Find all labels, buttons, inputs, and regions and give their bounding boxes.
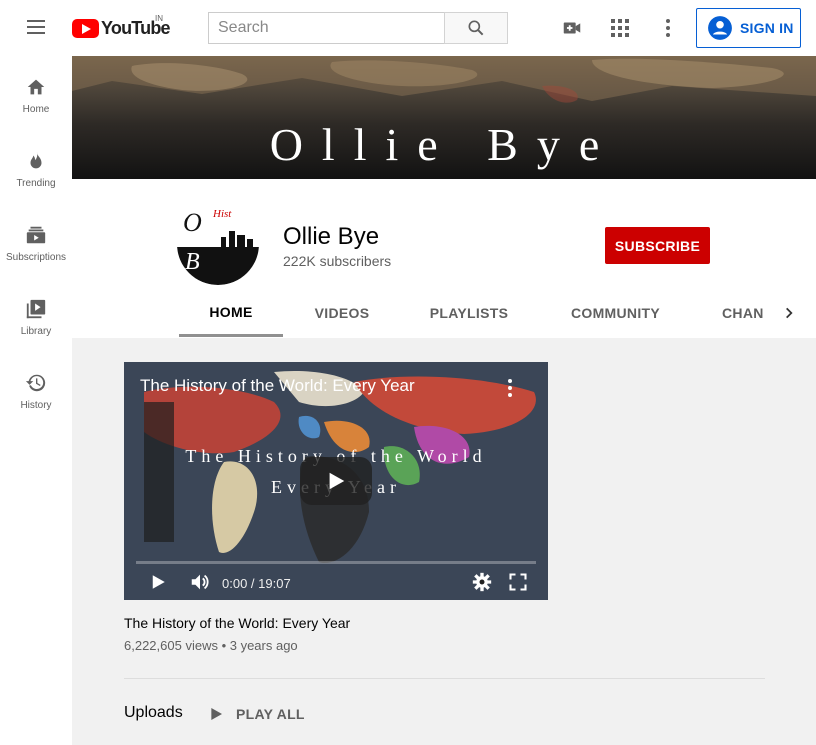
channel-banner: Ollie Bye [72, 56, 816, 179]
volume-button[interactable] [188, 570, 212, 594]
sidebar-item-label: History [20, 400, 52, 411]
library-icon [26, 299, 46, 319]
sidebar-item-library[interactable]: Library [0, 278, 72, 352]
guide-menu-icon[interactable] [24, 16, 48, 40]
sidebar-item-label: Home [22, 104, 50, 115]
history-icon [25, 374, 46, 392]
create-video-icon[interactable] [560, 16, 584, 40]
svg-text:B: B [185, 249, 200, 275]
play-icon [211, 708, 222, 720]
play-icon [152, 575, 165, 589]
channel-avatar[interactable]: O B Hist [177, 203, 259, 285]
search-icon [468, 20, 484, 36]
play-all-label: PLAY ALL [236, 706, 305, 722]
time-display: 0:00 / 19:07 [222, 576, 291, 591]
apps-grid-icon[interactable] [608, 16, 632, 40]
sidebar-item-trending[interactable]: Trending [0, 130, 72, 204]
tab-playlists[interactable]: PLAYLISTS [419, 289, 519, 337]
gear-icon [472, 572, 492, 592]
featured-video-title[interactable]: The History of the World: Every Year [124, 615, 350, 631]
featured-video-meta: 6,222,605 views • 3 years ago [124, 638, 298, 653]
svg-text:O: O [183, 208, 202, 237]
subscribe-button[interactable]: SUBSCRIBE [605, 227, 710, 264]
uploads-heading[interactable]: Uploads [124, 704, 183, 722]
banner-title: Ollie Bye [269, 119, 619, 170]
tab-community[interactable]: COMMUNITY [558, 289, 673, 337]
subscriber-count: 222K subscribers [283, 253, 392, 269]
channel-name: Ollie Bye [283, 223, 380, 250]
player-video-title[interactable]: The History of the World: Every Year [140, 376, 415, 396]
channel-tabs: HOME VIDEOS PLAYLISTS COMMUNITY CHAN [179, 289, 816, 337]
sidebar-item-label: Subscriptions [5, 252, 67, 263]
top-bar: YouTube IN SIGN IN [0, 0, 816, 56]
sign-in-label: SIGN IN [740, 20, 794, 36]
svg-text:Hist: Hist [212, 208, 232, 220]
channel-home-content: The History of the World: Every Year The… [72, 338, 816, 745]
play-all-button[interactable]: PLAY ALL [208, 702, 305, 726]
sign-in-button[interactable]: SIGN IN [696, 8, 801, 48]
featured-video-player[interactable]: The History of the World: Every Year The… [124, 362, 548, 600]
youtube-logo[interactable]: YouTube IN [72, 14, 171, 39]
account-icon [708, 16, 732, 40]
player-controls: 0:00 / 19:07 [124, 564, 548, 600]
play-icon [329, 472, 345, 490]
settings-button[interactable] [470, 570, 494, 594]
trending-icon [30, 151, 42, 169]
logo-region: IN [155, 14, 163, 23]
sidebar-item-label: Library [20, 326, 52, 337]
sidebar-item-history[interactable]: History [0, 352, 72, 426]
sidebar-item-subscriptions[interactable]: Subscriptions [0, 204, 72, 278]
home-icon [27, 79, 45, 95]
large-play-button[interactable] [300, 457, 372, 505]
settings-more-icon[interactable] [656, 16, 680, 40]
chevron-right-icon[interactable] [777, 301, 801, 325]
sidebar-item-home[interactable]: Home [0, 56, 72, 130]
search-box [208, 12, 508, 44]
mini-guide: Home Trending Subscriptions Library Hist… [0, 56, 72, 745]
search-input[interactable] [208, 12, 444, 44]
tab-videos[interactable]: VIDEOS [292, 289, 392, 337]
tab-channels[interactable]: CHAN [707, 289, 777, 337]
channel-header: O B Hist Ollie Bye 222K subscribers SUBS… [72, 179, 816, 338]
youtube-play-icon [72, 18, 99, 38]
subscriptions-icon [26, 226, 46, 244]
fullscreen-button[interactable] [506, 570, 530, 594]
volume-icon [191, 574, 209, 590]
search-button[interactable] [444, 12, 508, 44]
fullscreen-icon [509, 573, 527, 591]
more-options-icon[interactable] [498, 376, 522, 400]
section-divider [124, 678, 765, 679]
sidebar-item-label: Trending [16, 178, 56, 189]
tab-home[interactable]: HOME [179, 289, 283, 337]
play-button[interactable] [146, 570, 170, 594]
